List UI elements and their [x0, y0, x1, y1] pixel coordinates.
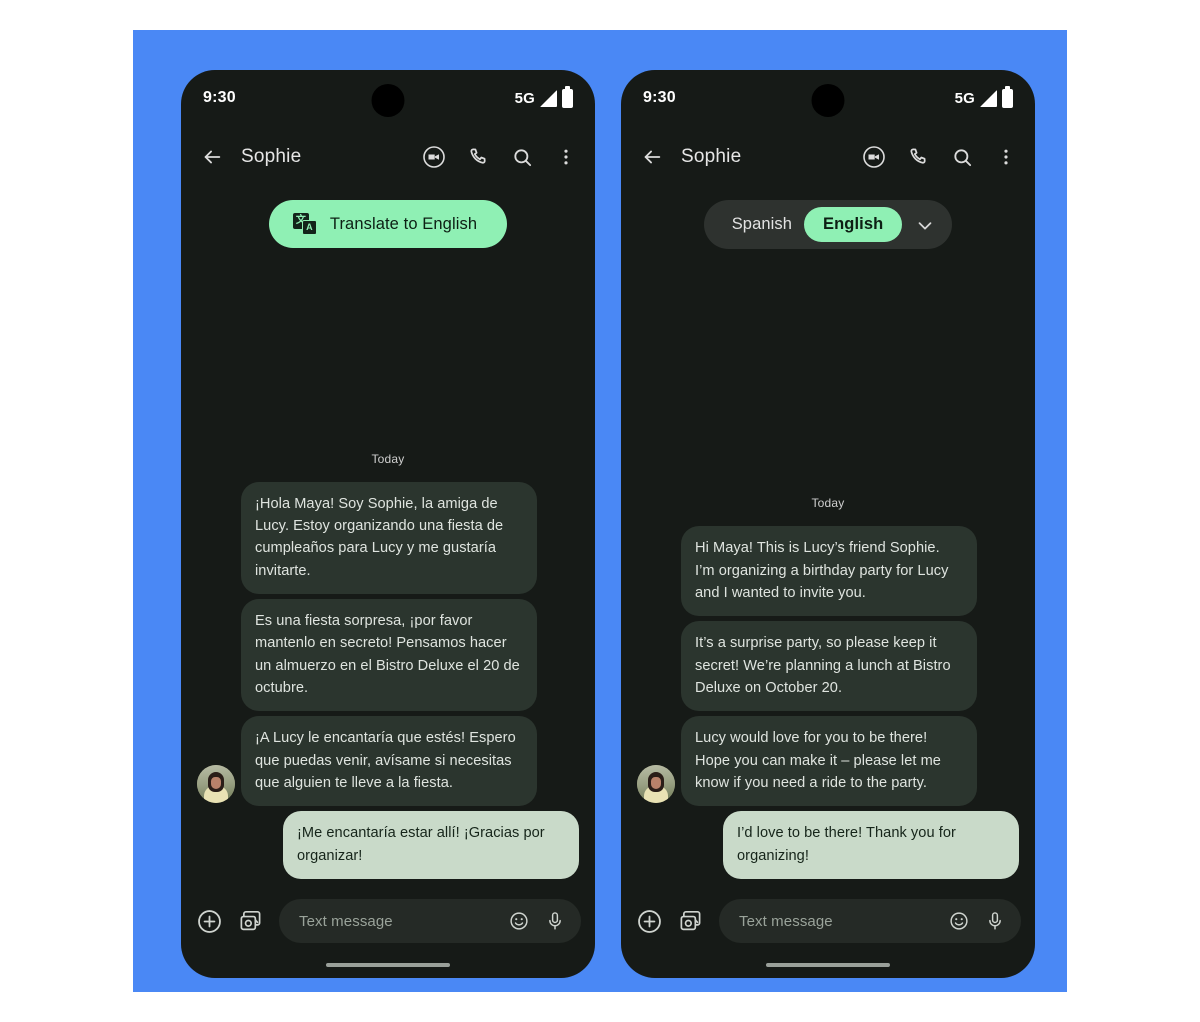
signal-bars-icon	[540, 89, 557, 107]
message-row: ¡Hola Maya! Soy Sophie, la amiga de Lucy…	[197, 481, 579, 595]
avatar-slot	[197, 765, 241, 806]
message-row: ¡A Lucy le encantaría que estés! Espero …	[197, 716, 579, 807]
home-indicator[interactable]	[766, 963, 890, 967]
status-indicators: 5G	[514, 85, 573, 108]
home-indicator[interactable]	[326, 963, 450, 967]
gallery-camera-icon[interactable]	[237, 907, 265, 935]
language-toggle[interactable]: Spanish English	[703, 200, 953, 249]
back-arrow-icon[interactable]	[639, 144, 665, 170]
network-type-label: 5G	[514, 89, 535, 107]
microphone-icon[interactable]	[543, 909, 567, 933]
search-icon[interactable]	[949, 144, 975, 170]
message-bubble-incoming[interactable]: Hi Maya! This is Lucy’s friend Sophie. I…	[681, 526, 977, 617]
message-bubble-incoming[interactable]: Lucy would love for you to be there! Hop…	[681, 716, 977, 807]
message-bubble-incoming[interactable]: It’s a surprise party, so please keep it…	[681, 621, 977, 712]
app-bar-left: Sophie	[181, 126, 595, 188]
message-row: ¡Me encantaría estar allí! ¡Gracias por …	[197, 811, 579, 879]
overflow-menu-icon[interactable]	[553, 144, 579, 170]
network-type-label: 5G	[954, 89, 975, 107]
phone-call-icon[interactable]	[905, 144, 931, 170]
message-bubble-incoming[interactable]: ¡Hola Maya! Soy Sophie, la amiga de Lucy…	[241, 481, 537, 595]
message-input-placeholder: Text message	[739, 912, 833, 930]
language-option-source[interactable]: Spanish	[726, 207, 798, 242]
gallery-camera-icon[interactable]	[677, 907, 705, 935]
message-bubble-outgoing[interactable]: ¡Me encantaría estar allí! ¡Gracias por …	[283, 811, 579, 879]
overflow-menu-icon[interactable]	[993, 144, 1019, 170]
battery-full-icon	[1002, 85, 1013, 108]
contact-name: Sophie	[241, 146, 302, 167]
message-row: Lucy would love for you to be there! Hop…	[637, 716, 1019, 807]
plus-circle-icon[interactable]	[635, 907, 663, 935]
message-row: Es una fiesta sorpresa, ¡por favor mante…	[197, 599, 579, 712]
gesture-nav-bar-right	[621, 952, 1035, 978]
day-separator: Today	[811, 496, 845, 511]
message-input-field[interactable]: Text message	[279, 899, 581, 943]
emoji-smiley-icon[interactable]	[507, 909, 531, 933]
phone-left: 9:30 5G Sophie 文 A Translate to English …	[181, 70, 595, 978]
status-time: 9:30	[203, 89, 236, 106]
message-row: I’d love to be there! Thank you for orga…	[637, 811, 1019, 879]
app-bar-actions-left	[421, 144, 579, 170]
battery-full-icon	[562, 85, 573, 108]
translate-to-english-button[interactable]: 文 A Translate to English	[268, 200, 508, 248]
message-bubble-incoming[interactable]: ¡A Lucy le encantaría que estés! Espero …	[241, 716, 537, 807]
phone-right: 9:30 5G Sophie Spanish English Today Hi …	[621, 70, 1035, 978]
message-row: It’s a surprise party, so please keep it…	[637, 621, 1019, 712]
app-bar-right: Sophie	[621, 126, 1035, 188]
language-toggle-row: Spanish English	[621, 188, 1035, 255]
conversation-right[interactable]: Today Hi Maya! This is Lucy’s friend Sop…	[621, 255, 1035, 890]
message-input-field[interactable]: Text message	[719, 899, 1021, 943]
video-call-icon[interactable]	[861, 144, 887, 170]
phone-call-icon[interactable]	[465, 144, 491, 170]
message-bubble-outgoing[interactable]: I’d love to be there! Thank you for orga…	[723, 811, 1019, 879]
status-bar-right: 9:30 5G	[621, 70, 1035, 126]
status-indicators: 5G	[954, 85, 1013, 108]
status-time: 9:30	[643, 89, 676, 106]
avatar[interactable]	[197, 765, 235, 804]
microphone-icon[interactable]	[983, 909, 1007, 933]
message-input-placeholder: Text message	[299, 912, 393, 930]
message-bubble-incoming[interactable]: Es una fiesta sorpresa, ¡por favor mante…	[241, 599, 537, 712]
translate-chip-row: 文 A Translate to English	[181, 188, 595, 254]
translate-button-label: Translate to English	[329, 214, 478, 233]
contact-name: Sophie	[681, 146, 742, 167]
front-camera-cutout	[811, 84, 845, 117]
app-bar-actions-right	[861, 144, 1019, 170]
day-separator: Today	[371, 451, 405, 466]
back-arrow-icon[interactable]	[199, 144, 225, 170]
avatar[interactable]	[637, 765, 675, 804]
conversation-left[interactable]: Today ¡Hola Maya! Soy Sophie, la amiga d…	[181, 254, 595, 890]
screenshot-canvas: 9:30 5G Sophie 文 A Translate to English …	[0, 0, 1200, 1022]
chevron-down-icon[interactable]	[914, 214, 936, 236]
emoji-smiley-icon[interactable]	[947, 909, 971, 933]
front-camera-cutout	[371, 84, 405, 117]
plus-circle-icon[interactable]	[195, 907, 223, 935]
composer-right: Text message	[621, 890, 1035, 952]
gesture-nav-bar-left	[181, 952, 595, 978]
message-row: Hi Maya! This is Lucy’s friend Sophie. I…	[637, 526, 1019, 617]
status-bar-left: 9:30 5G	[181, 70, 595, 126]
video-call-icon[interactable]	[421, 144, 447, 170]
search-icon[interactable]	[509, 144, 535, 170]
language-option-target[interactable]: English	[804, 207, 903, 242]
signal-bars-icon	[980, 89, 997, 107]
composer-left: Text message	[181, 890, 595, 952]
avatar-slot	[637, 765, 681, 806]
translate-icon: 文 A	[292, 213, 317, 235]
